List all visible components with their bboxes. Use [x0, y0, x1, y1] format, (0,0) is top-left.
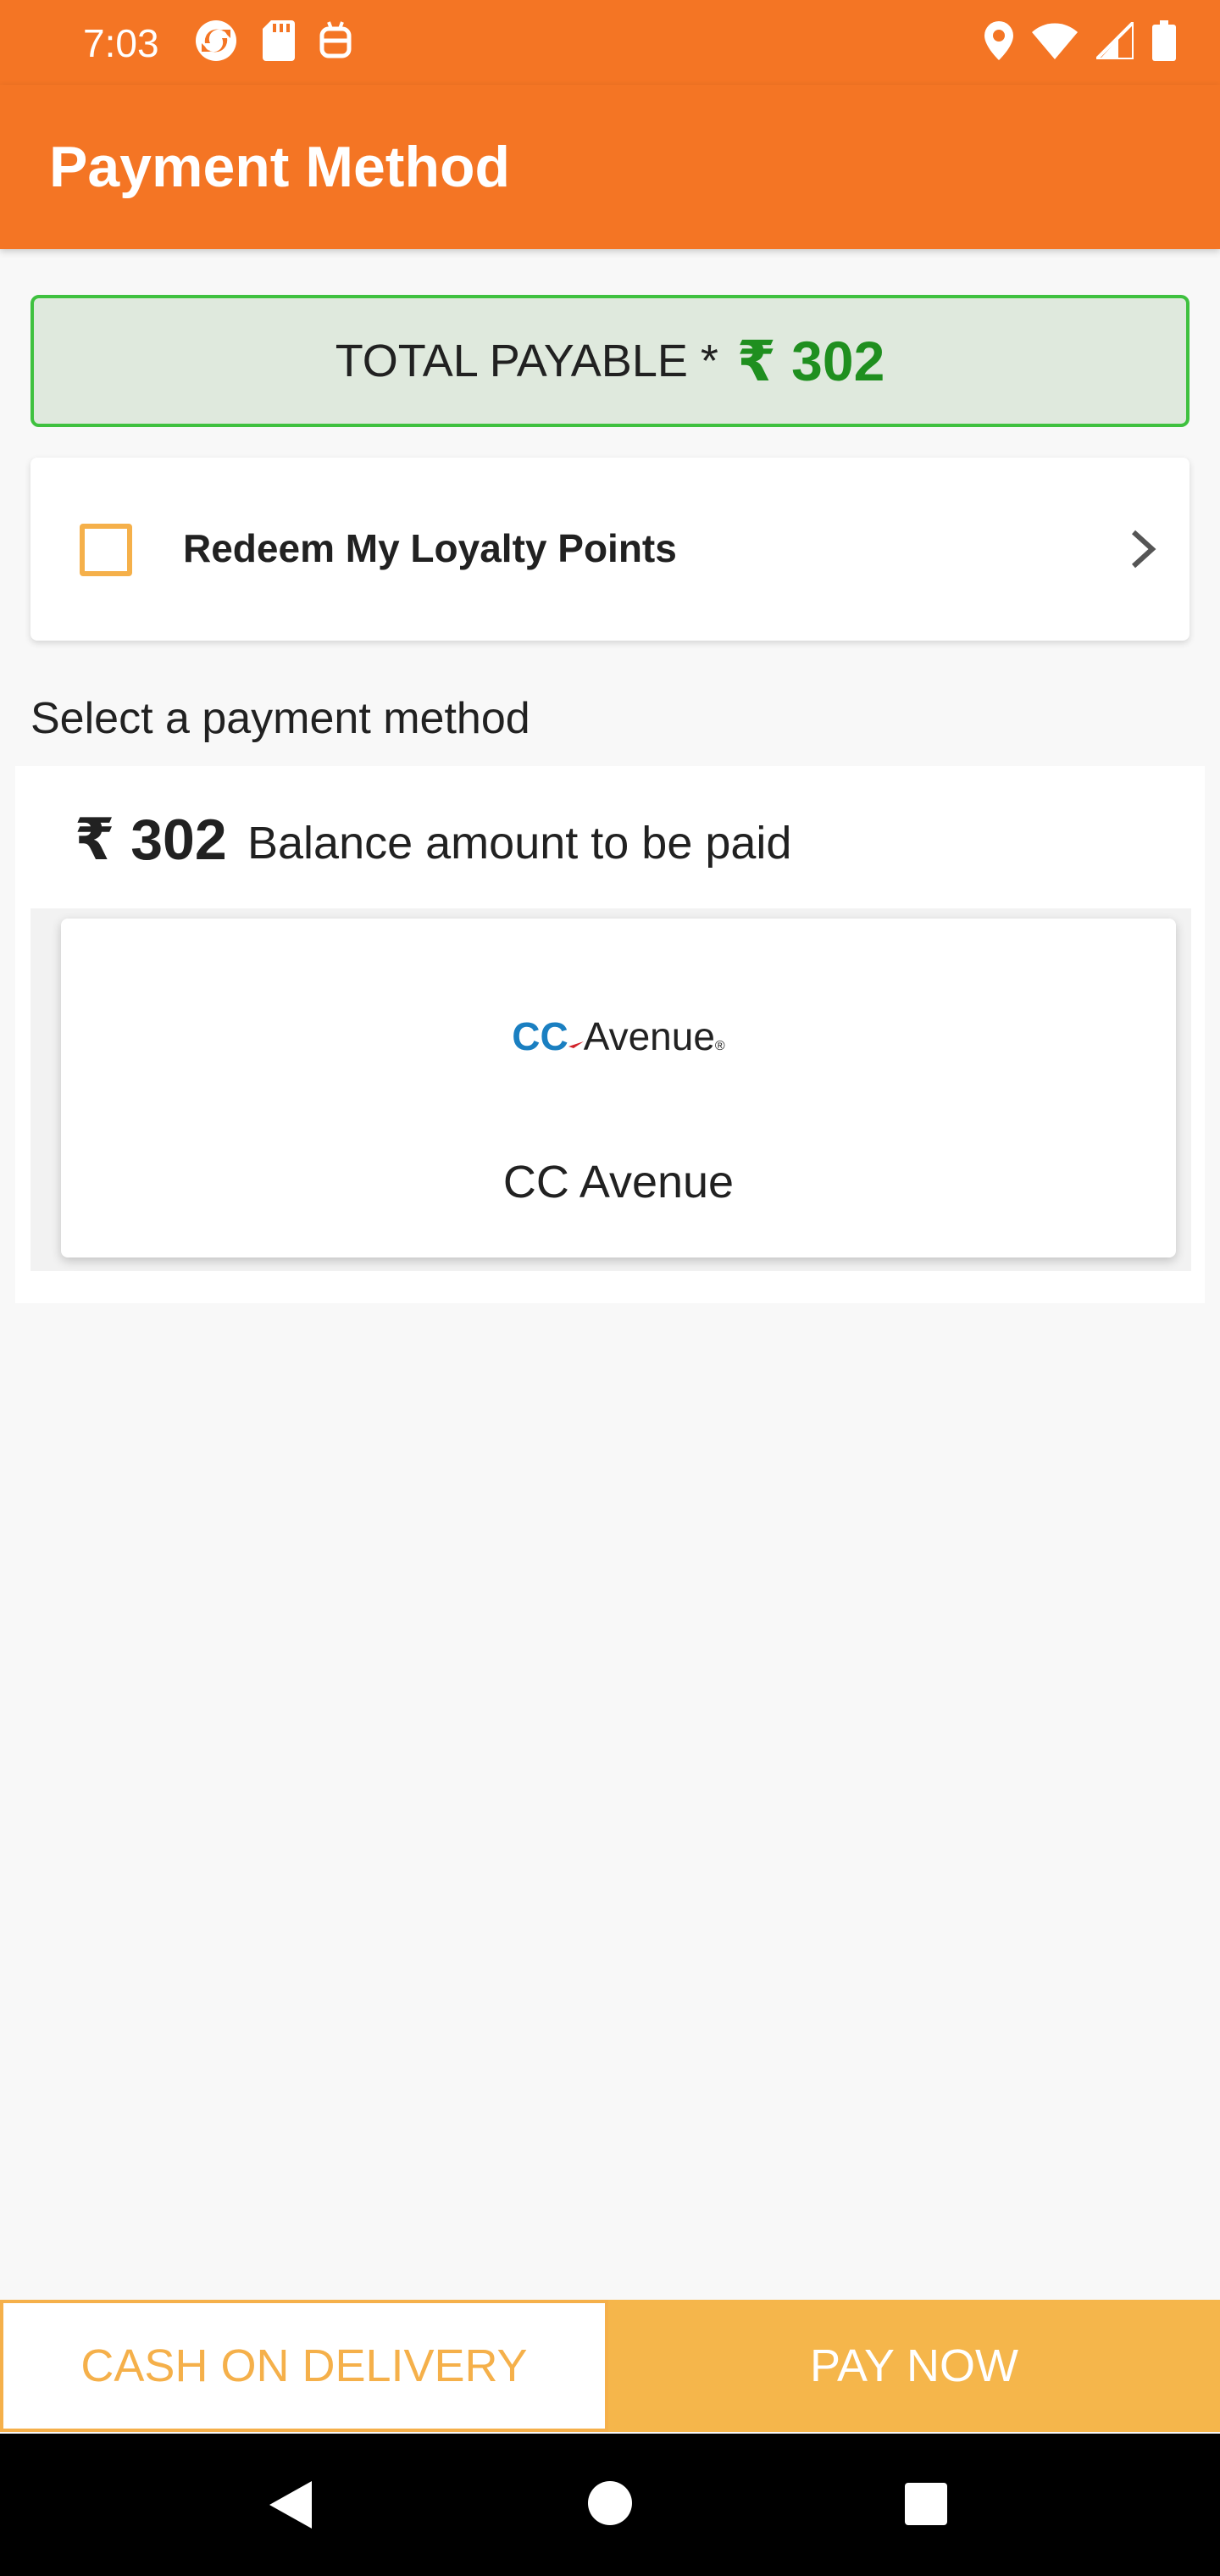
balance-amount: ₹ 302 [75, 808, 227, 872]
chevron-right-icon[interactable] [1122, 525, 1164, 573]
balance-label: Balance amount to be paid [247, 818, 792, 869]
logo-registered-mark: ® [714, 1039, 725, 1053]
location-icon [984, 20, 1013, 64]
battery-icon [1152, 19, 1176, 65]
status-time: 7:03 [83, 21, 159, 65]
sd-card-icon [263, 19, 295, 65]
android-icon [319, 20, 352, 65]
total-payable-label: TOTAL PAYABLE * [335, 336, 718, 386]
wifi-icon [1032, 22, 1078, 64]
back-icon[interactable] [266, 2479, 313, 2534]
redeem-loyalty-points-row[interactable]: Redeem My Loyalty Points [30, 458, 1190, 641]
sync-icon [193, 18, 239, 68]
app-bar: Payment Method [0, 85, 1220, 249]
system-nav-bar [0, 2434, 1220, 2576]
recent-apps-icon[interactable] [903, 2481, 949, 2531]
ccavenue-option-label: CC Avenue [502, 1157, 735, 1208]
ccavenue-option-card[interactable]: CC Avenue ® CC Avenue [61, 919, 1176, 1257]
status-left-icons [193, 19, 352, 65]
pay-now-button[interactable]: PAY NOW [608, 2300, 1220, 2432]
logo-cc-text: CC [512, 1014, 568, 1058]
status-right-icons [984, 17, 1176, 65]
home-icon[interactable] [586, 2479, 634, 2531]
logo-swoosh-icon [568, 1013, 584, 1059]
logo-avenue-text: Avenue [583, 1014, 715, 1058]
total-payable-amount: ₹ 302 [736, 329, 885, 392]
signal-icon [1092, 17, 1135, 64]
cash-on-delivery-button[interactable]: CASH ON DELIVERY [0, 2300, 608, 2432]
status-bar: 7:03 [0, 0, 1220, 85]
page-title: Payment Method [49, 135, 511, 199]
loyalty-points-checkbox[interactable] [80, 524, 132, 576]
select-payment-heading: Select a payment method [30, 694, 530, 743]
ccavenue-logo: CC Avenue ® [61, 1013, 1176, 1059]
payment-panel: ₹ 302 Balance amount to be paid CC Avenu… [15, 766, 1205, 1303]
loyalty-points-label: Redeem My Loyalty Points [183, 526, 677, 570]
total-payable-box: TOTAL PAYABLE * ₹ 302 [30, 295, 1190, 427]
